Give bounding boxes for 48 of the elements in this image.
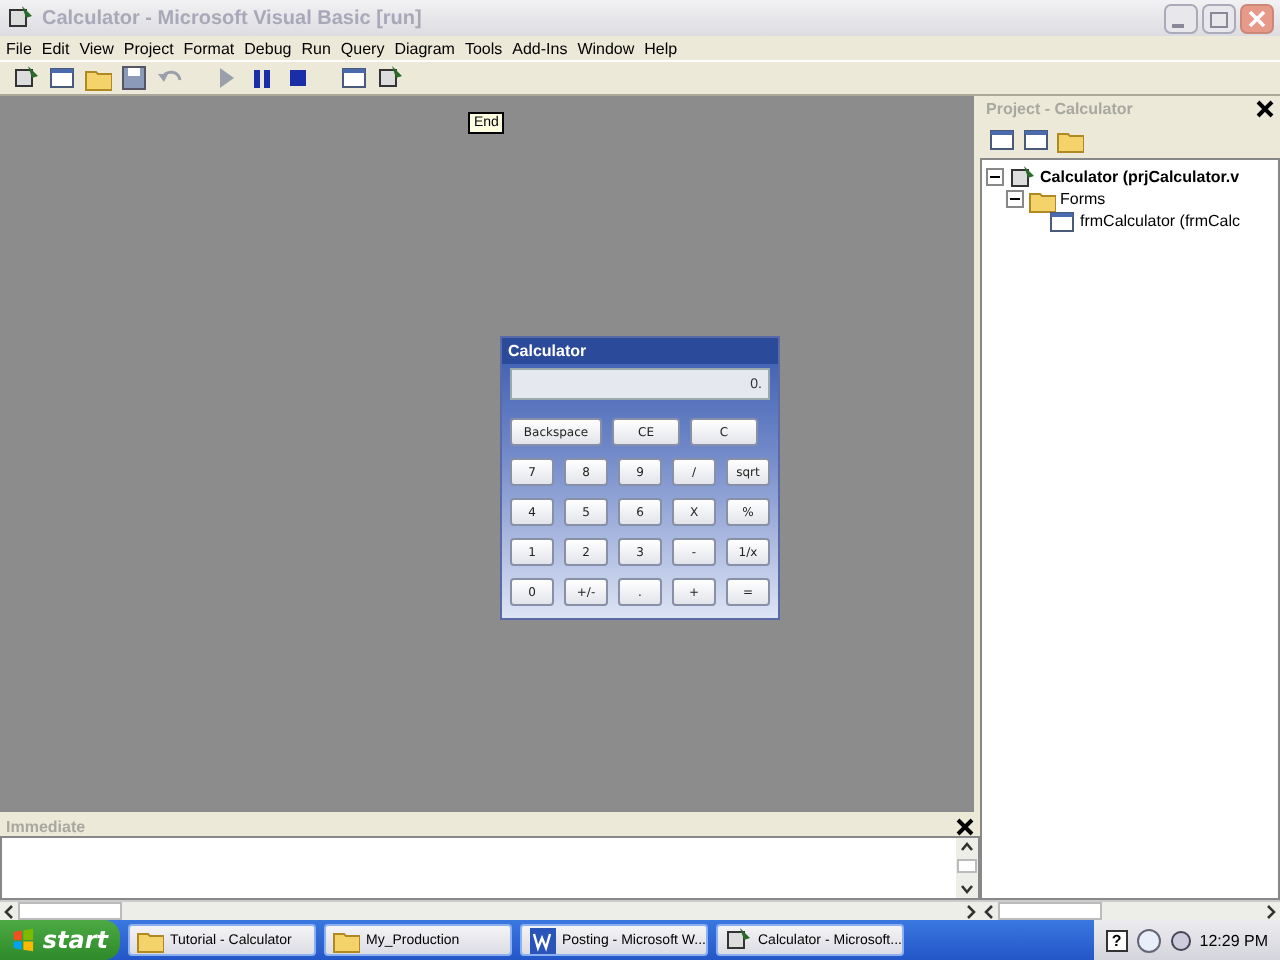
menu-item[interactable]: Window bbox=[577, 39, 635, 57]
save-icon[interactable] bbox=[120, 64, 148, 92]
form-icon bbox=[1048, 207, 1076, 235]
minimize-button[interactable] bbox=[1164, 3, 1198, 33]
start-button[interactable]: start bbox=[0, 920, 120, 960]
scroll-left-icon[interactable] bbox=[0, 903, 18, 919]
menu-item[interactable]: Format bbox=[183, 39, 235, 57]
tree-item[interactable]: Calculator (prjCalculator.v bbox=[1040, 168, 1240, 186]
panel-title: Project - Calculator bbox=[986, 100, 1133, 118]
menu-item[interactable]: Query bbox=[340, 39, 385, 57]
app-icon bbox=[724, 926, 752, 954]
tree-item[interactable]: Forms bbox=[1060, 190, 1106, 208]
circle-icon[interactable] bbox=[1135, 927, 1162, 953]
close-icon[interactable] bbox=[956, 817, 974, 835]
menu-item[interactable]: Run bbox=[301, 39, 331, 57]
window-title: Calculator - Microsoft Visual Basic [run] bbox=[42, 7, 424, 29]
pause-icon[interactable] bbox=[248, 64, 276, 92]
collapse-icon[interactable] bbox=[1006, 190, 1024, 208]
menu-item[interactable]: Help bbox=[644, 39, 678, 57]
menu-item[interactable]: Project bbox=[123, 39, 174, 57]
document-icon bbox=[528, 926, 556, 954]
scrollbar-thumb[interactable] bbox=[998, 902, 1102, 920]
horizontal-scrollbar[interactable] bbox=[0, 900, 980, 920]
menu-item[interactable]: Debug bbox=[244, 39, 292, 57]
scroll-right-icon[interactable] bbox=[962, 903, 980, 919]
menu-item[interactable]: Add-Ins bbox=[512, 39, 568, 57]
windows-logo-icon bbox=[12, 926, 35, 954]
close-icon[interactable] bbox=[1256, 100, 1274, 118]
horizontal-scrollbar[interactable] bbox=[980, 900, 1280, 920]
collapse-icon[interactable] bbox=[986, 168, 1004, 186]
scroll-right-icon[interactable] bbox=[1262, 903, 1280, 919]
menu-item[interactable]: File bbox=[6, 39, 32, 57]
maximize-button[interactable] bbox=[1202, 3, 1236, 33]
menu-item[interactable]: View bbox=[79, 39, 114, 57]
close-button[interactable] bbox=[1240, 3, 1274, 33]
panel-title: Immediate bbox=[6, 817, 86, 835]
scrollbar-thumb[interactable] bbox=[18, 902, 122, 920]
menu-item[interactable]: Tools bbox=[464, 39, 503, 57]
help-icon[interactable]: ? bbox=[1105, 929, 1128, 951]
tree-item[interactable]: frmCalculator (frmCalc bbox=[1080, 212, 1241, 230]
app-icon bbox=[6, 4, 34, 32]
project-icon bbox=[1008, 163, 1036, 191]
clock: 12:29 PM bbox=[1199, 931, 1268, 949]
stop-icon[interactable] bbox=[284, 64, 312, 92]
scroll-left-icon[interactable] bbox=[980, 903, 998, 919]
menu-item[interactable]: Edit bbox=[41, 39, 70, 57]
window-title: Calculator bbox=[502, 338, 778, 364]
menu-item[interactable]: Diagram bbox=[394, 39, 455, 57]
